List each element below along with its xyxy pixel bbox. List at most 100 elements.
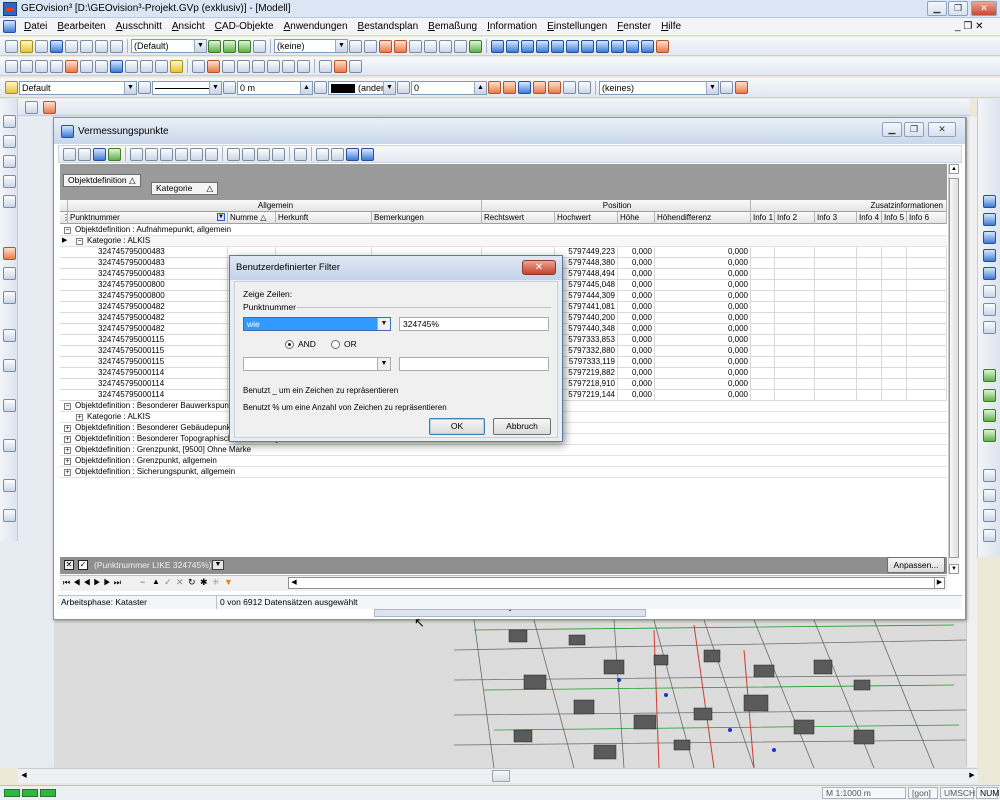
menu-ausschnitt[interactable]: Ausschnitt xyxy=(111,21,167,32)
table-printprev-icon[interactable] xyxy=(331,147,344,161)
collapse-icon[interactable]: − xyxy=(76,238,83,245)
nav-cancel-icon[interactable]: ✕ xyxy=(176,577,184,588)
paste-icon[interactable] xyxy=(95,39,108,53)
menu-bestandsplan[interactable]: Bestandsplan xyxy=(353,21,424,32)
tool-5-icon[interactable] xyxy=(3,195,16,208)
linestyle-combo[interactable]: ▼ xyxy=(152,80,222,95)
layer-lock-icon[interactable] xyxy=(253,39,266,53)
tool-13-icon[interactable] xyxy=(3,479,16,492)
dialog-close-button[interactable]: ✕ xyxy=(522,260,556,275)
nav-3-icon[interactable] xyxy=(983,409,996,422)
col-info1[interactable]: Info 1 xyxy=(751,212,775,224)
col-hoehe[interactable]: Höhe xyxy=(618,212,655,224)
tool-9-icon[interactable] xyxy=(3,329,16,342)
style-2-icon[interactable] xyxy=(503,81,516,94)
draw-line-icon[interactable] xyxy=(5,59,18,73)
draw-point-icon[interactable] xyxy=(65,59,78,73)
main-vertical-scrollbar[interactable] xyxy=(966,117,977,767)
menu-bearbeiten[interactable]: Bearbeiten xyxy=(52,21,110,32)
table-icon[interactable] xyxy=(424,39,437,53)
new-file-icon[interactable] xyxy=(5,39,18,53)
sub-minimize-button[interactable]: ▁ xyxy=(882,122,902,137)
zoom-7-icon[interactable] xyxy=(581,39,594,53)
zoom-6-icon[interactable] xyxy=(566,39,579,53)
edit-delete-icon[interactable] xyxy=(207,59,220,73)
col-herkunft[interactable]: Herkunft xyxy=(276,212,372,224)
zoom-5-icon[interactable] xyxy=(551,39,564,53)
open-icon[interactable] xyxy=(20,39,33,53)
zoom-extent-icon[interactable] xyxy=(983,303,996,316)
value1-input[interactable]: 324745% xyxy=(399,317,549,331)
table-filter-icon[interactable] xyxy=(145,147,158,161)
zoom-3-icon[interactable] xyxy=(521,39,534,53)
col-hochwert[interactable]: Hochwert xyxy=(555,212,618,224)
nav-bookmark-icon[interactable]: ✱ xyxy=(200,577,208,588)
tool-11-icon[interactable] xyxy=(3,399,16,412)
ok-button[interactable]: OK xyxy=(429,418,485,435)
save-icon[interactable] xyxy=(50,39,63,53)
nav-goto-icon[interactable]: ✳ xyxy=(212,577,220,588)
anpassen-button[interactable]: Anpassen... xyxy=(887,557,945,573)
collapse-icon[interactable]: − xyxy=(64,227,71,234)
tab-layout-icon[interactable] xyxy=(43,101,56,114)
print-icon[interactable] xyxy=(35,39,48,53)
col-info4[interactable]: Info 4 xyxy=(857,212,882,224)
menu-cad-objekte[interactable]: CAD-Objekte xyxy=(210,21,279,32)
tool-8-icon[interactable] xyxy=(3,291,16,304)
print-preview-icon[interactable] xyxy=(110,39,123,53)
nav-delete-icon[interactable]: − xyxy=(140,577,145,587)
record-navigator-buttons[interactable]: ⏮◀◀▶▶⏭ xyxy=(63,578,124,588)
nav-4-icon[interactable] xyxy=(983,429,996,442)
minimize-button[interactable]: ▁ xyxy=(927,1,947,16)
tool-4-icon[interactable] xyxy=(3,175,16,188)
draw-polyline-icon[interactable] xyxy=(20,59,33,73)
edit-trim-icon[interactable] xyxy=(267,59,280,73)
draw-text-icon[interactable] xyxy=(125,59,138,73)
draw-polygon-icon[interactable] xyxy=(80,59,93,73)
main-horizontal-scrollbar[interactable]: ◀ ▶ xyxy=(18,768,978,783)
value-combo[interactable]: 0 ▲ xyxy=(411,80,487,95)
sub-restore-button[interactable]: ❐ xyxy=(904,122,924,137)
group-row-kategorie-alkis[interactable]: ▶ − Kategorie : ALKIS xyxy=(60,236,947,247)
pan-hand-icon[interactable] xyxy=(983,321,996,334)
menu-hilfe[interactable]: Hilfe xyxy=(656,21,686,32)
table-refresh-icon[interactable] xyxy=(108,147,121,161)
table-open-icon[interactable] xyxy=(78,147,91,161)
table-search-icon[interactable] xyxy=(294,147,307,161)
col-info6[interactable]: Info 6 xyxy=(907,212,947,224)
zoom-out-icon[interactable] xyxy=(983,231,996,244)
draw-circle-icon[interactable] xyxy=(50,59,63,73)
col-punktnummer[interactable]: Punktnummer ▼ xyxy=(68,212,228,224)
zoom-prev-icon[interactable] xyxy=(983,267,996,280)
cancel-button[interactable]: Abbruch xyxy=(493,418,551,435)
table-print-icon[interactable] xyxy=(316,147,329,161)
operator2-select[interactable]: ▼ xyxy=(243,357,391,371)
col-hoehendifferenz[interactable]: Höhendifferenz xyxy=(655,212,751,224)
zoom-in-icon[interactable] xyxy=(983,213,996,226)
expand-icon[interactable]: + xyxy=(64,436,71,443)
edit-fillet-icon[interactable] xyxy=(297,59,310,73)
redo-icon[interactable] xyxy=(349,59,362,73)
edit-rotate-icon[interactable] xyxy=(222,59,235,73)
tool-7-icon[interactable] xyxy=(3,267,16,280)
snap-point-icon[interactable] xyxy=(379,39,392,53)
menu-einstellungen[interactable]: Einstellungen xyxy=(542,21,612,32)
zoom-8-icon[interactable] xyxy=(596,39,609,53)
style-1-icon[interactable] xyxy=(488,81,501,94)
tool-r3-icon[interactable] xyxy=(983,509,996,522)
nav-filter-icon[interactable]: ▼ xyxy=(224,577,233,587)
group-row[interactable]: + Objektdefinition : Grenzpunkt, allgemei… xyxy=(60,456,947,467)
zoom-1-icon[interactable] xyxy=(491,39,504,53)
expand-icon[interactable]: + xyxy=(76,414,83,421)
draw-table-icon[interactable] xyxy=(155,59,168,73)
zoom-11-icon[interactable] xyxy=(641,39,654,53)
tool-3-icon[interactable] xyxy=(3,155,16,168)
table-link-icon[interactable] xyxy=(346,147,359,161)
zoom-2-icon[interactable] xyxy=(506,39,519,53)
tool-12-icon[interactable] xyxy=(3,439,16,452)
tool-r1-icon[interactable] xyxy=(983,469,996,482)
col-info5[interactable]: Info 5 xyxy=(882,212,907,224)
style-combo[interactable]: (Default) ▼ xyxy=(131,39,207,53)
chart-icon[interactable] xyxy=(454,39,467,53)
group-row[interactable]: + Objektdefinition : Sicherungspunkt, all… xyxy=(60,467,947,478)
